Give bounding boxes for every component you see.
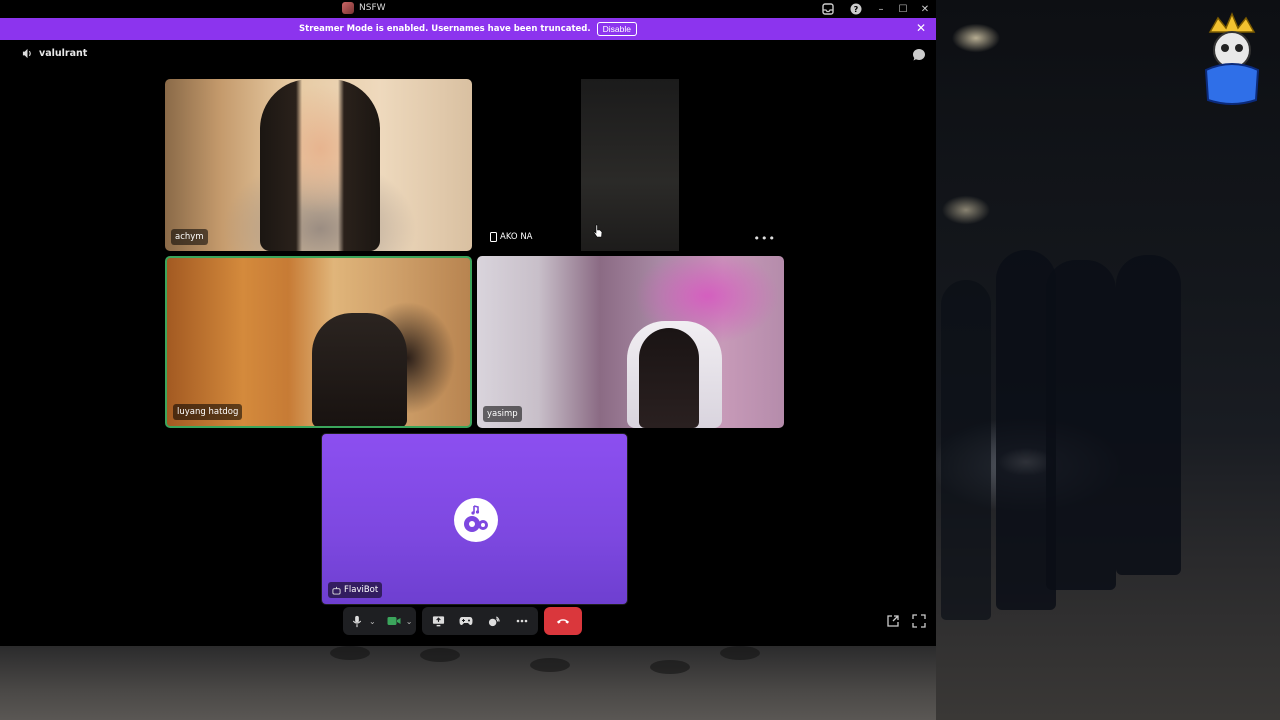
background-figure xyxy=(1046,260,1116,590)
screen-share-icon[interactable] xyxy=(428,611,448,631)
participant-name-tag: yasimp xyxy=(483,406,522,422)
participant-tile-achym[interactable]: achym xyxy=(165,79,472,251)
bot-avatar xyxy=(454,498,498,542)
close-icon[interactable]: ✕ xyxy=(914,0,936,18)
camera-icon[interactable] xyxy=(384,611,404,631)
window-title-text: NSFW xyxy=(359,3,386,13)
fullscreen-icon[interactable] xyxy=(912,614,926,628)
svg-text:?: ? xyxy=(854,5,859,14)
participant-name-tag: luyang hatdog xyxy=(173,404,243,420)
voice-channel-header: valulrant xyxy=(22,48,87,59)
window-title: NSFW xyxy=(342,2,386,14)
participant-name: FlaviBot xyxy=(344,585,379,595)
video-feed xyxy=(260,79,380,251)
disable-streamer-mode-button[interactable]: Disable xyxy=(596,22,637,36)
participant-tile-yasimp[interactable]: yasimp xyxy=(477,256,784,428)
background-figure xyxy=(1116,255,1181,575)
background-ground xyxy=(0,646,936,720)
title-bar: NSFW ? – ☐ ✕ xyxy=(0,0,936,18)
video-feed-person xyxy=(639,328,699,428)
close-banner-icon[interactable]: ✕ xyxy=(916,21,926,35)
background-figure xyxy=(941,280,991,620)
hangup-button[interactable] xyxy=(544,607,583,635)
help-icon[interactable]: ? xyxy=(842,0,870,18)
channel-logo xyxy=(1204,12,1260,105)
hangup-icon xyxy=(557,619,570,624)
pop-out-icon[interactable] xyxy=(886,614,900,628)
more-icon[interactable] xyxy=(512,611,532,631)
speaker-icon xyxy=(22,48,31,59)
participant-name-tag: AKO NA xyxy=(486,229,537,245)
participant-name: yasimp xyxy=(487,409,518,419)
inbox-icon[interactable] xyxy=(814,0,842,18)
more-options-icon[interactable]: ••• xyxy=(754,232,776,245)
maximize-icon[interactable]: ☐ xyxy=(892,0,914,18)
participant-name-tag: FlaviBot xyxy=(328,582,383,598)
participant-tile-ako-na[interactable]: AKO NA ••• xyxy=(476,79,784,251)
server-icon xyxy=(342,2,354,14)
bot-icon xyxy=(332,586,341,595)
soundboard-icon[interactable] xyxy=(484,611,504,631)
activity-control-group xyxy=(422,607,539,635)
banner-message: Streamer Mode is enabled. Usernames have… xyxy=(299,24,591,34)
video-feed xyxy=(312,313,407,426)
gamepad-icon[interactable] xyxy=(456,611,476,631)
call-controls: ⌄ ⌄ xyxy=(343,607,583,635)
mouse-cursor xyxy=(593,224,603,238)
voice-call-window: NSFW ? – ☐ ✕ Streamer Mode is enabled. U… xyxy=(0,0,936,646)
minimize-icon[interactable]: – xyxy=(870,0,892,18)
participant-name: AKO NA xyxy=(500,232,533,242)
participant-tile-flavibot[interactable]: FlaviBot xyxy=(321,433,628,605)
microphone-icon[interactable] xyxy=(347,611,367,631)
bot-avatar-icon xyxy=(464,505,488,532)
participant-tile-luyang-hatdog[interactable]: luyang hatdog xyxy=(165,256,472,428)
chat-icon[interactable] xyxy=(912,48,926,62)
participant-name: achym xyxy=(175,232,204,242)
background-street-scene xyxy=(936,0,1280,720)
mobile-icon xyxy=(490,232,497,242)
window-controls: ? – ☐ ✕ xyxy=(814,0,936,18)
participant-name: luyang hatdog xyxy=(177,407,239,417)
streamer-mode-banner: Streamer Mode is enabled. Usernames have… xyxy=(0,18,936,40)
chevron-down-icon[interactable]: ⌄ xyxy=(406,617,413,626)
mic-control-group: ⌄ ⌄ xyxy=(343,607,417,635)
chevron-down-icon[interactable]: ⌄ xyxy=(369,617,376,626)
channel-name: valulrant xyxy=(39,48,88,59)
participant-name-tag: achym xyxy=(171,229,208,245)
